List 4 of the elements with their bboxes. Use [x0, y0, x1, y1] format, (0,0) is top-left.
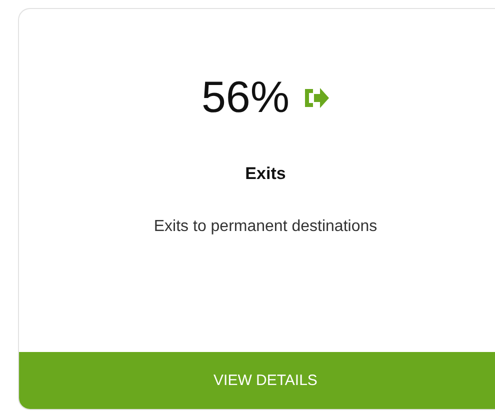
stat-value: 56%: [201, 72, 290, 124]
view-details-button[interactable]: VIEW DETAILS: [19, 352, 495, 409]
card-title: Exits: [245, 164, 286, 184]
card-description: Exits to permanent destinations: [154, 218, 378, 236]
